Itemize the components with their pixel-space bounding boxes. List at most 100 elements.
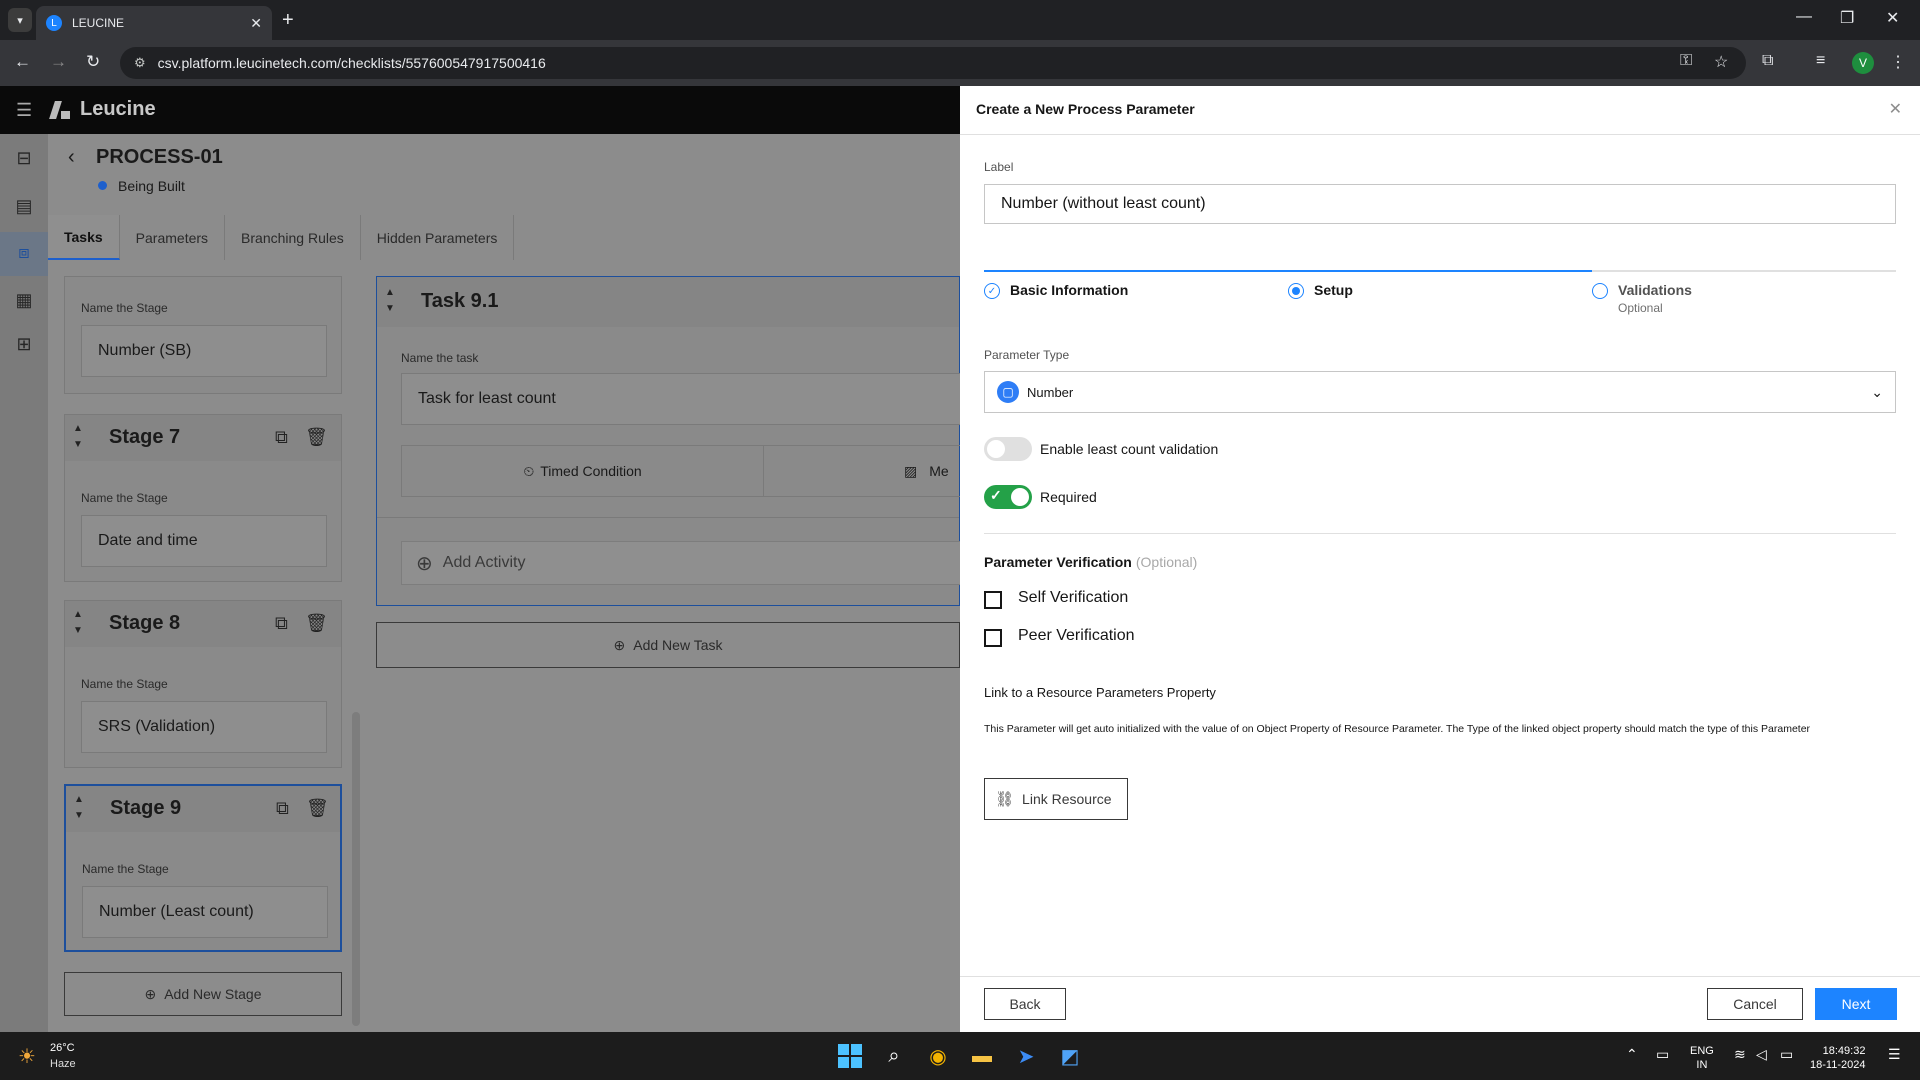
address-bar[interactable]: ⚙ csv.platform.leucinetech.com/checklist… xyxy=(120,47,1746,79)
stage-name-input[interactable]: Number (SB) xyxy=(81,325,327,377)
stage-scrollbar[interactable] xyxy=(352,712,360,1026)
volume-icon[interactable]: ◁ xyxy=(1756,1046,1767,1063)
tab-search-icon[interactable]: ▾ xyxy=(8,8,32,32)
parameter-type-value: Number xyxy=(1027,384,1074,400)
chrome-icon[interactable]: ◉ xyxy=(924,1042,952,1070)
least-count-toggle[interactable] xyxy=(984,437,1032,461)
language-indicator[interactable]: ENG IN xyxy=(1690,1044,1714,1072)
stage-name-input[interactable]: SRS (Validation) xyxy=(81,701,327,753)
next-button[interactable]: Next xyxy=(1815,988,1897,1020)
extensions-icon[interactable]: ⧉ xyxy=(1762,52,1773,70)
stage-card[interactable]: Name the Stage Number (SB) xyxy=(64,276,342,394)
reorder-arrows-icon[interactable]: ▲ ▼ xyxy=(74,792,84,824)
required-toggle[interactable]: ✓ xyxy=(984,485,1032,509)
profile-avatar[interactable]: V xyxy=(1852,52,1874,74)
stage-name-input[interactable]: Number (Least count) xyxy=(82,886,328,938)
link-resource-label: Link Resource xyxy=(1022,791,1112,807)
label-input[interactable]: Number (without least count) xyxy=(984,184,1896,224)
restore-icon[interactable]: ❐ xyxy=(1840,8,1854,28)
reload-icon[interactable]: ↻ xyxy=(86,52,100,72)
tab-branching-rules[interactable]: Branching Rules xyxy=(225,215,361,260)
copy-icon[interactable]: ⧉ xyxy=(275,427,288,448)
back-arrow-icon[interactable]: ← xyxy=(14,52,31,72)
add-new-stage-button[interactable]: ⊕ Add New Stage xyxy=(64,972,342,1016)
tab-parameters[interactable]: Parameters xyxy=(120,215,226,260)
back-chevron-icon[interactable]: ‹ xyxy=(68,146,75,169)
process-icon[interactable]: ⧈ xyxy=(12,242,36,266)
media-control-icon[interactable]: ≡ xyxy=(1816,52,1825,70)
step-setup[interactable]: Setup xyxy=(1288,282,1353,299)
cancel-button[interactable]: Cancel xyxy=(1707,988,1803,1020)
lang-top: ENG xyxy=(1690,1045,1714,1057)
menu-icon[interactable]: ☰ xyxy=(16,100,32,121)
notification-icon[interactable]: ☰ xyxy=(1888,1046,1901,1063)
step-basic-information[interactable]: ✓ Basic Information xyxy=(984,282,1128,299)
file-explorer-icon[interactable]: ▬ xyxy=(968,1042,996,1070)
password-key-icon[interactable]: ⚿ xyxy=(1680,52,1692,70)
checklist-icon[interactable]: ▤ xyxy=(12,196,36,220)
wifi-icon[interactable]: ≋ xyxy=(1734,1046,1746,1063)
lang-bottom: IN xyxy=(1696,1059,1708,1071)
stage-card[interactable]: ▲ ▼ Stage 7 ⧉ 🗑 Name the Stage Date and t… xyxy=(64,414,342,582)
site-info-icon[interactable]: ⚙ xyxy=(134,55,146,71)
new-tab-icon[interactable]: + xyxy=(282,8,294,32)
reorder-arrows-icon[interactable]: ▲ ▼ xyxy=(385,285,395,317)
tray-app-icon[interactable]: ▭ xyxy=(1656,1046,1669,1063)
task-card: ▲ ▼ Task 9.1 Name the task Task for least… xyxy=(376,276,961,606)
link-resource-button[interactable]: ⛓ Link Resource xyxy=(984,778,1128,820)
weather-temp: 26°C xyxy=(50,1042,75,1054)
delete-icon[interactable]: 🗑 xyxy=(305,613,328,634)
link-resource-title: Link to a Resource Parameters Property xyxy=(984,685,1216,700)
peer-verification-checkbox[interactable] xyxy=(984,629,1002,647)
drawer-title: Create a New Process Parameter xyxy=(976,101,1195,117)
stage-card[interactable]: ▲ ▼ Stage 8 ⧉ 🗑 Name the Stage SRS (Valid… xyxy=(64,600,342,768)
close-window-icon[interactable]: ✕ xyxy=(1886,8,1899,28)
delete-icon[interactable]: 🗑 xyxy=(305,427,328,448)
close-tab-icon[interactable]: ✕ xyxy=(250,15,262,32)
back-button[interactable]: Back xyxy=(984,988,1066,1020)
tab-tasks[interactable]: Tasks xyxy=(48,215,120,260)
reorder-arrows-icon[interactable]: ▲ ▼ xyxy=(73,607,83,639)
tray-chevron-icon[interactable]: ⌃ xyxy=(1626,1046,1638,1063)
number-type-icon: ▢ xyxy=(997,381,1019,403)
stage-card-selected[interactable]: ▲ ▼ Stage 9 ⧉ 🗑 Name the Stage Number (Le… xyxy=(64,784,342,952)
timed-condition-button[interactable]: ⏲ Timed Condition xyxy=(402,446,764,496)
self-verification-checkbox[interactable] xyxy=(984,591,1002,609)
close-icon[interactable]: ✕ xyxy=(1889,99,1902,119)
tab-hidden-parameters[interactable]: Hidden Parameters xyxy=(361,215,515,260)
weather-haze-icon[interactable]: ☀ xyxy=(18,1044,36,1069)
brand-name: Leucine xyxy=(80,98,156,120)
page-title: PROCESS-01 xyxy=(96,146,223,168)
parameter-type-select[interactable]: ▢ Number ⌄ xyxy=(984,371,1896,413)
browser-tab[interactable]: L LEUCINE ✕ xyxy=(36,6,272,40)
link-chain-icon: ⛓ xyxy=(995,791,1015,808)
add-new-task-button[interactable]: ⊕ Add New Task xyxy=(376,622,960,668)
tab-title: LEUCINE xyxy=(72,16,125,30)
power-automate-icon[interactable]: ➤ xyxy=(1012,1042,1040,1070)
task-name-input[interactable]: Task for least count xyxy=(401,373,961,425)
add-activity-label: Add Activity xyxy=(442,554,526,571)
hierarchy-icon[interactable]: ⊞ xyxy=(12,334,36,358)
copy-icon[interactable]: ⧉ xyxy=(275,613,288,634)
step-validations[interactable]: Validations Optional xyxy=(1592,282,1692,315)
delete-icon[interactable]: 🗑 xyxy=(306,798,329,819)
battery-icon[interactable]: ▭ xyxy=(1780,1046,1793,1063)
more-menu-icon[interactable]: ⋮ xyxy=(1890,52,1906,72)
bookmark-star-icon[interactable]: ☆ xyxy=(1714,52,1728,72)
stage-header: ▲ ▼ Stage 9 ⧉ 🗑 xyxy=(66,786,340,832)
inbox-icon[interactable]: ⊟ xyxy=(12,148,36,172)
add-activity-button[interactable]: ⊕ Add Activity xyxy=(401,541,961,585)
reorder-arrows-icon[interactable]: ▲ ▼ xyxy=(73,421,83,453)
minimize-icon[interactable]: — xyxy=(1796,8,1812,26)
stage-name-input[interactable]: Date and time xyxy=(81,515,327,567)
media-button[interactable]: ▨ Me xyxy=(764,446,949,496)
verification-heading: Parameter Verification (Optional) xyxy=(984,554,1197,570)
app-icon[interactable]: ◩ xyxy=(1056,1042,1084,1070)
copy-icon[interactable]: ⧉ xyxy=(276,798,289,819)
forward-arrow-icon[interactable]: → xyxy=(50,52,67,72)
windows-start-icon[interactable] xyxy=(836,1042,864,1070)
search-icon[interactable]: ⌕ xyxy=(880,1042,908,1070)
calendar-icon[interactable]: ▦ xyxy=(12,290,36,314)
clock[interactable]: 18:49:32 18-11-2024 xyxy=(1810,1044,1865,1072)
step-label-wrap: Validations Optional xyxy=(1618,282,1692,315)
